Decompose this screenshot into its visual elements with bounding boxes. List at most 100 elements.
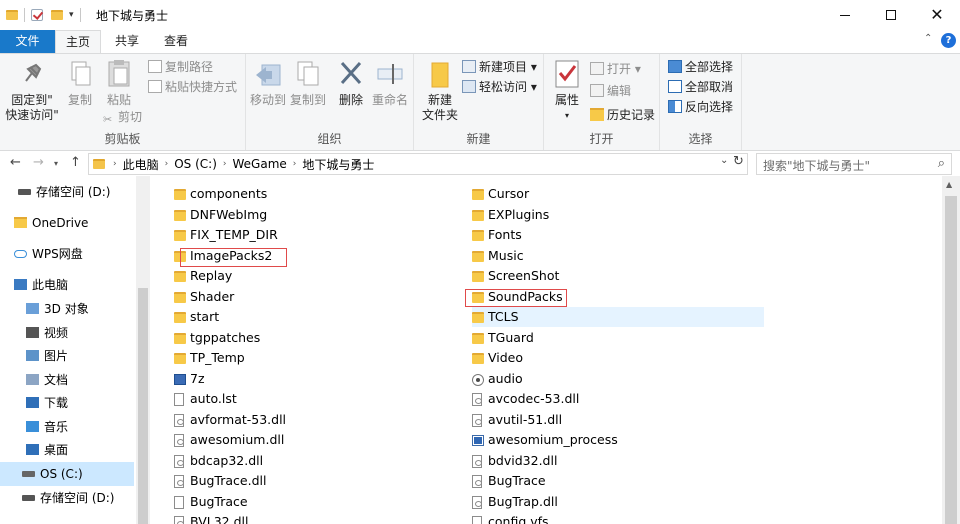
file-item[interactable]: avformat-53.dll	[174, 410, 444, 430]
search-icon[interactable]: ⌕	[938, 156, 945, 171]
scrollbar-thumb[interactable]	[945, 196, 957, 524]
new-folder-button[interactable]: 新建 文件夹	[420, 59, 460, 123]
file-item[interactable]: TP_Temp	[174, 348, 444, 368]
breadcrumb-chevron-icon[interactable]: ›	[223, 159, 227, 169]
select-none-button[interactable]: 全部取消	[668, 78, 733, 96]
file-item[interactable]: tgppatches	[174, 328, 444, 348]
address-dropdown-icon[interactable]: ⌄	[720, 155, 728, 166]
edit-button[interactable]: 编辑	[590, 82, 631, 100]
file-item[interactable]: EXPlugins	[472, 205, 742, 225]
paste-shortcut-button[interactable]: 粘贴快捷方式	[148, 78, 237, 96]
file-item[interactable]: DNFWebImg	[174, 205, 444, 225]
delete-button[interactable]: 删除	[334, 59, 368, 108]
nav-item[interactable]: 此电脑	[0, 273, 134, 297]
file-item[interactable]: Fonts	[472, 225, 742, 245]
file-item[interactable]: FIX_TEMP_DIR	[174, 225, 444, 245]
nav-item[interactable]: 存储空间 (D:)	[0, 180, 134, 204]
file-item[interactable]: bdcap32.dll	[174, 451, 444, 471]
nav-item[interactable]: 文档	[0, 368, 134, 392]
file-item[interactable]: BugTrace	[472, 471, 742, 491]
breadcrumb-wegame[interactable]: WeGame	[233, 157, 287, 171]
nav-item[interactable]: 存储空间 (D:)	[0, 486, 134, 510]
vertical-scrollbar[interactable]: ▲	[942, 176, 960, 524]
move-to-button[interactable]: 移动到	[248, 59, 288, 108]
properties-dropdown-icon[interactable]: ▾	[550, 108, 584, 123]
file-item[interactable]: audio	[472, 369, 742, 389]
nav-item[interactable]: 下载	[0, 391, 134, 415]
nav-item[interactable]: 图片	[0, 344, 134, 368]
customize-dropdown-icon[interactable]: ▾	[69, 10, 74, 20]
file-item[interactable]: TGuard	[472, 328, 742, 348]
select-all-button[interactable]: 全部选择	[668, 58, 733, 76]
file-item[interactable]: bdvid32.dll	[472, 451, 742, 471]
paste-button[interactable]: 粘贴	[100, 59, 138, 108]
tab-share[interactable]: 共享	[104, 30, 150, 53]
breadcrumb-this-pc[interactable]: 此电脑	[123, 156, 159, 173]
open-button[interactable]: 打开 ▾	[590, 60, 641, 78]
file-item[interactable]: auto.lst	[174, 389, 444, 409]
nav-item[interactable]: 桌面	[0, 438, 134, 462]
forward-arrow-icon[interactable]: →	[33, 155, 44, 170]
collapse-ribbon-icon[interactable]: ⌃	[924, 33, 932, 44]
breadcrumb-chevron-icon[interactable]: ›	[293, 159, 297, 169]
properties-check-icon[interactable]	[31, 9, 43, 21]
back-arrow-icon[interactable]: ←	[10, 155, 21, 170]
nav-item[interactable]: OneDrive	[0, 211, 134, 235]
file-item[interactable]: BVL32.dll	[174, 512, 444, 524]
nav-item[interactable]: OS (C:)	[0, 462, 134, 486]
nav-item[interactable]: 音乐	[0, 415, 134, 439]
file-item[interactable]: Shader	[174, 287, 444, 307]
new-folder-icon[interactable]	[51, 10, 63, 20]
search-input[interactable]: 搜索"地下城与勇士" ⌕	[756, 153, 952, 175]
file-item[interactable]: components	[174, 184, 444, 204]
file-item[interactable]: config.vfs	[472, 512, 742, 524]
new-item-button[interactable]: 新建项目 ▾	[462, 58, 537, 76]
rename-button[interactable]: 重命名	[370, 59, 410, 108]
file-item[interactable]: Cursor	[472, 184, 742, 204]
file-item[interactable]: TCLS	[472, 307, 764, 327]
nav-item[interactable]: 视频	[0, 321, 134, 345]
nav-item[interactable]: WPS网盘	[0, 242, 134, 266]
file-item[interactable]: BugTrap.dll	[472, 492, 742, 512]
address-bar[interactable]: › 此电脑 › OS (C:) › WeGame › 地下城与勇士	[88, 153, 748, 175]
tab-home[interactable]: 主页	[55, 30, 101, 54]
file-item[interactable]: awesomium.dll	[174, 430, 444, 450]
file-item[interactable]: BugTrace	[174, 492, 444, 512]
file-item[interactable]: 7z	[174, 369, 444, 389]
properties-button[interactable]: 属性 ▾	[550, 59, 584, 123]
breadcrumb-os-c[interactable]: OS (C:)	[174, 157, 217, 171]
minimize-button[interactable]	[822, 0, 868, 30]
invert-selection-button[interactable]: 反向选择	[668, 98, 733, 116]
pin-quick-access-button[interactable]: 固定到" 快速访问"	[4, 59, 60, 123]
file-item[interactable]: avcodec-53.dll	[472, 389, 742, 409]
cut-button[interactable]: ✂ 剪切	[103, 108, 142, 126]
file-item[interactable]: Video	[472, 348, 742, 368]
nav-item[interactable]: 3D 对象	[0, 297, 134, 321]
help-icon[interactable]: ?	[941, 33, 956, 48]
recent-locations-icon[interactable]: ▾	[54, 159, 58, 168]
copy-path-button[interactable]: 复制路径	[148, 58, 213, 76]
copy-to-button[interactable]: 复制到	[288, 59, 328, 108]
breadcrumb-chevron-icon[interactable]: ›	[165, 159, 169, 169]
tab-view[interactable]: 查看	[153, 30, 199, 53]
breadcrumb-chevron-icon[interactable]: ›	[113, 159, 117, 169]
file-item[interactable]: awesomium_process	[472, 430, 742, 450]
nav-scrollbar[interactable]	[136, 176, 150, 524]
nav-scrollbar-thumb[interactable]	[138, 288, 148, 524]
file-item[interactable]: BugTrace.dll	[174, 471, 444, 491]
history-button[interactable]: 历史记录	[590, 106, 655, 124]
file-item[interactable]: avutil-51.dll	[472, 410, 742, 430]
scroll-up-icon[interactable]: ▲	[946, 180, 952, 189]
refresh-icon[interactable]: ↻	[733, 154, 744, 169]
close-button[interactable]: ✕	[914, 0, 960, 30]
easy-access-button[interactable]: 轻松访问 ▾	[462, 78, 537, 96]
file-item[interactable]: ScreenShot	[472, 266, 742, 286]
tab-file[interactable]: 文件	[0, 30, 55, 53]
up-arrow-icon[interactable]: ↑	[70, 155, 81, 170]
file-item[interactable]: start	[174, 307, 444, 327]
copy-button[interactable]: 复制	[60, 59, 100, 108]
file-item[interactable]: Replay	[174, 266, 444, 286]
file-item[interactable]: Music	[472, 246, 742, 266]
breadcrumb-dnf[interactable]: 地下城与勇士	[302, 156, 374, 173]
maximize-button[interactable]	[868, 0, 914, 30]
